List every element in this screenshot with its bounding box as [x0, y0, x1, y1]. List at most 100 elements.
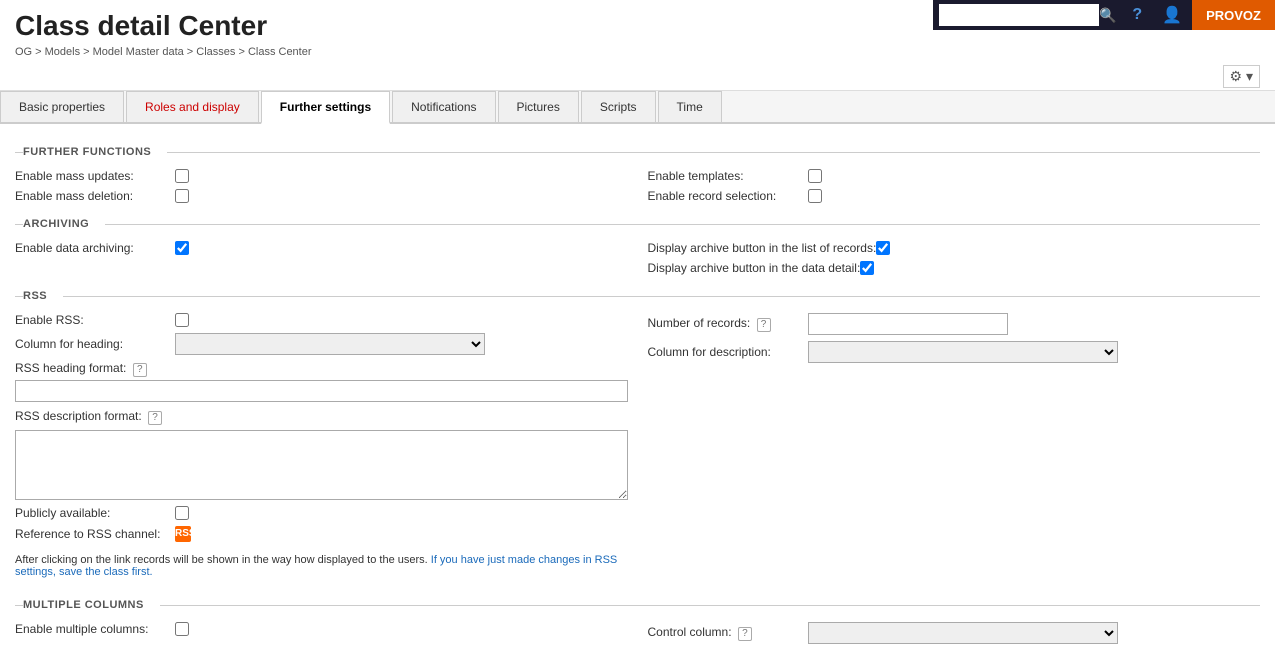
multiple-columns-line — [160, 605, 1260, 606]
rss-left: Enable RSS: Column for heading: RSS head… — [15, 310, 628, 587]
tab-time[interactable]: Time — [658, 91, 722, 122]
archiving-line — [105, 224, 1260, 225]
rss-grid: Enable RSS: Column for heading: RSS head… — [15, 310, 1260, 587]
column-for-heading-row: Column for heading: — [15, 330, 628, 358]
rss-section-header: RSS — [15, 290, 1260, 302]
enable-multiple-columns-checkbox[interactable] — [175, 622, 189, 636]
display-archive-detail-label: Display archive button in the data detai… — [648, 261, 861, 275]
archiving-title: ARCHIVING — [23, 218, 97, 230]
rss-channel-icon[interactable]: RSS — [175, 526, 191, 542]
enable-mass-updates-label: Enable mass updates: — [15, 169, 175, 183]
rss-description-help-icon[interactable]: ? — [148, 411, 162, 425]
archiving-section-header: ARCHIVING — [15, 218, 1260, 230]
enable-multiple-columns-label: Enable multiple columns: — [15, 622, 175, 636]
content-area: FURTHER FUNCTIONS Enable mass updates: E… — [0, 124, 1275, 657]
breadcrumb: OG > Models > Model Master data > Classe… — [15, 46, 312, 58]
gear-row: ⚙ ▾ — [0, 63, 1275, 91]
publicly-available-label: Publicly available: — [15, 506, 175, 520]
display-archive-list-row: Display archive button in the list of re… — [648, 238, 1261, 258]
enable-multiple-columns-row: Enable multiple columns: — [15, 619, 628, 639]
column-for-description-select[interactable] — [808, 341, 1118, 363]
column-for-heading-select[interactable] — [175, 333, 485, 355]
display-archive-list-label: Display archive button in the list of re… — [648, 241, 877, 255]
number-of-records-row: Number of records: ? — [648, 310, 1261, 338]
tab-pictures[interactable]: Pictures — [498, 91, 579, 122]
rss-right: Number of records: ? Column for descript… — [648, 310, 1261, 587]
publicly-available-checkbox[interactable] — [175, 506, 189, 520]
multiple-columns-section-header: MULTIPLE COLUMNS — [15, 599, 1260, 611]
search-input[interactable] — [939, 4, 1099, 26]
further-functions-section-header: FURTHER FUNCTIONS — [15, 146, 1260, 158]
multiple-columns-title: MULTIPLE COLUMNS — [23, 599, 152, 611]
enable-templates-label: Enable templates: — [648, 169, 808, 183]
rss-description-format-row: RSS description format: ? — [15, 406, 628, 428]
further-functions-title: FURTHER FUNCTIONS — [23, 146, 159, 158]
chevron-down-icon: ▾ — [1246, 68, 1253, 84]
gear-icon: ⚙ — [1230, 68, 1243, 84]
further-functions-left: Enable mass updates: Enable mass deletio… — [15, 166, 628, 206]
enable-record-selection-row: Enable record selection: — [648, 186, 1261, 206]
further-functions-right: Enable templates: Enable record selectio… — [648, 166, 1261, 206]
reference-to-rss-row: Reference to RSS channel: RSS — [15, 523, 628, 545]
archiving-right: Display archive button in the list of re… — [648, 238, 1261, 278]
tab-scripts[interactable]: Scripts — [581, 91, 656, 122]
rss-heading-format-row: RSS heading format: ? — [15, 358, 628, 380]
multiple-columns-right: Control column: ? — [648, 619, 1261, 647]
rss-info-row: After clicking on the link records will … — [15, 545, 628, 587]
enable-rss-checkbox[interactable] — [175, 313, 189, 327]
number-of-records-label: Number of records: ? — [648, 316, 808, 332]
publicly-available-row: Publicly available: — [15, 503, 628, 523]
top-right-controls: 🔍 ? 👤 PROVOZ — [933, 0, 1275, 30]
page-title: Class detail Center — [15, 10, 312, 42]
enable-mass-deletion-label: Enable mass deletion: — [15, 189, 175, 203]
enable-data-archiving-checkbox[interactable] — [175, 241, 189, 255]
tabs-bar: Basic properties Roles and display Furth… — [0, 91, 1275, 124]
tab-notifications[interactable]: Notifications — [392, 91, 495, 122]
enable-mass-deletion-checkbox[interactable] — [175, 189, 189, 203]
enable-rss-row: Enable RSS: — [15, 310, 628, 330]
rss-description-format-textarea[interactable] — [15, 430, 628, 500]
rss-heading-format-label: RSS heading format: ? — [15, 361, 175, 377]
gear-button[interactable]: ⚙ ▾ — [1223, 65, 1260, 88]
multiple-columns-grid: Enable multiple columns: Control column:… — [15, 619, 1260, 647]
archiving-grid: Enable data archiving: Display archive b… — [15, 238, 1260, 278]
control-column-select[interactable] — [808, 622, 1118, 644]
rss-info-text: After clicking on the link records will … — [15, 554, 628, 578]
control-column-label: Control column: ? — [648, 625, 808, 641]
tab-roles-and-display[interactable]: Roles and display — [126, 91, 259, 122]
user-button[interactable]: 👤 — [1152, 0, 1192, 30]
rss-description-format-label: RSS description format: ? — [15, 409, 175, 425]
enable-mass-deletion-row: Enable mass deletion: — [15, 186, 628, 206]
enable-record-selection-checkbox[interactable] — [808, 189, 822, 203]
rss-heading-help-icon[interactable]: ? — [133, 363, 147, 377]
enable-mass-updates-checkbox[interactable] — [175, 169, 189, 183]
enable-templates-row: Enable templates: — [648, 166, 1261, 186]
enable-templates-checkbox[interactable] — [808, 169, 822, 183]
enable-record-selection-label: Enable record selection: — [648, 189, 808, 203]
provoz-button[interactable]: PROVOZ — [1192, 0, 1275, 30]
number-of-records-input[interactable] — [808, 313, 1008, 335]
column-for-heading-label: Column for heading: — [15, 337, 175, 351]
further-functions-line — [167, 152, 1260, 153]
enable-rss-label: Enable RSS: — [15, 313, 175, 327]
display-archive-detail-checkbox[interactable] — [860, 261, 874, 275]
reference-to-rss-label: Reference to RSS channel: — [15, 527, 175, 541]
control-column-row: Control column: ? — [648, 619, 1261, 647]
further-functions-grid: Enable mass updates: Enable mass deletio… — [15, 166, 1260, 206]
rss-line — [63, 296, 1260, 297]
enable-data-archiving-row: Enable data archiving: — [15, 238, 628, 258]
number-records-help-icon[interactable]: ? — [757, 318, 771, 332]
display-archive-detail-row: Display archive button in the data detai… — [648, 258, 1261, 278]
rss-heading-format-input[interactable] — [15, 380, 628, 402]
rss-title: RSS — [23, 290, 55, 302]
help-button[interactable]: ? — [1122, 0, 1152, 30]
tab-basic-properties[interactable]: Basic properties — [0, 91, 124, 122]
control-column-help-icon[interactable]: ? — [738, 627, 752, 641]
column-for-description-label: Column for description: — [648, 345, 808, 359]
tab-further-settings[interactable]: Further settings — [261, 91, 390, 124]
enable-data-archiving-label: Enable data archiving: — [15, 241, 175, 255]
search-icon[interactable]: 🔍 — [1099, 7, 1116, 24]
display-archive-list-checkbox[interactable] — [876, 241, 890, 255]
archiving-left: Enable data archiving: — [15, 238, 628, 278]
column-for-description-row: Column for description: — [648, 338, 1261, 366]
